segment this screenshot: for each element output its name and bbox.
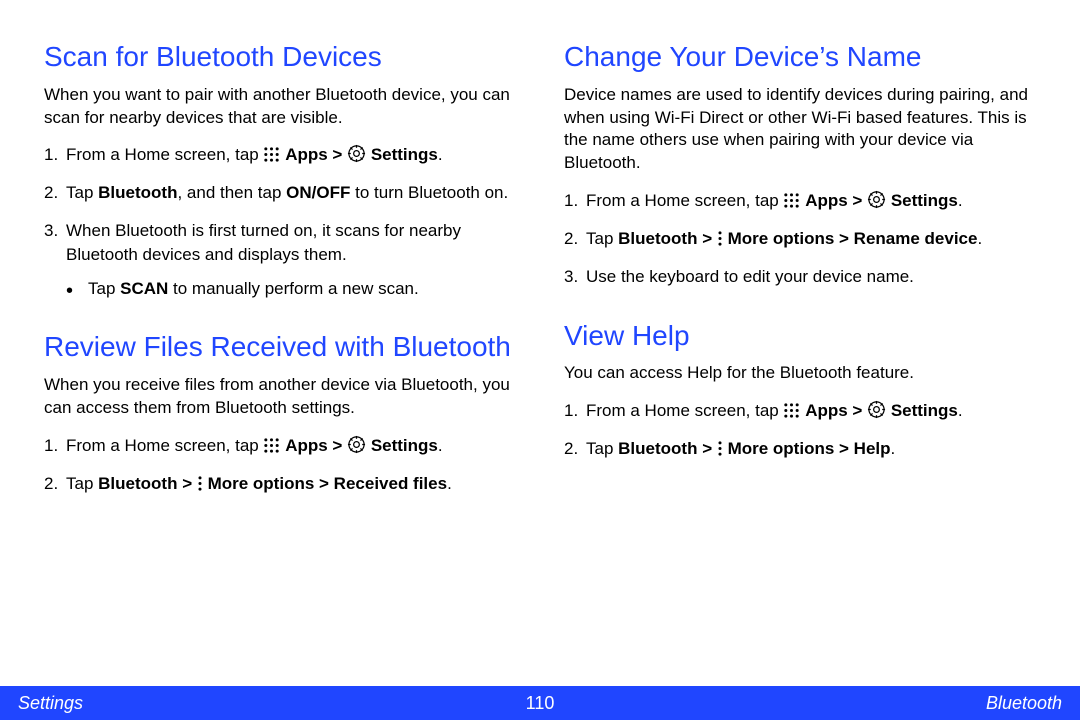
step-item: From a Home screen, tap Apps > Settings.	[586, 189, 1036, 213]
more-icon	[197, 475, 203, 492]
text: Tap	[66, 474, 98, 493]
text: , and then tap	[177, 183, 286, 202]
text: .	[977, 229, 982, 248]
text: .	[438, 436, 443, 455]
manual-page: Scan for Bluetooth Devices When you want…	[0, 0, 1080, 720]
settings-label: Settings	[371, 436, 438, 455]
bold: More options	[208, 474, 315, 493]
step-item: From a Home screen, tap Apps > Settings.	[66, 434, 516, 458]
text: When Bluetooth is first turned on, it sc…	[66, 221, 461, 264]
content-columns: Scan for Bluetooth Devices When you want…	[0, 0, 1080, 526]
gt: >	[834, 229, 853, 248]
apps-icon	[783, 192, 800, 209]
section-rename: Change Your Device’s Name Device names a…	[564, 40, 1036, 289]
text: From a Home screen, tap	[586, 191, 783, 210]
intro-review: When you receive files from another devi…	[44, 374, 516, 420]
gear-icon	[867, 190, 886, 209]
heading-help: View Help	[564, 319, 1036, 353]
sub-bullets: Tap SCAN to manually perform a new scan.	[66, 277, 516, 301]
section-help: View Help You can access Help for the Bl…	[564, 319, 1036, 461]
section-scan: Scan for Bluetooth Devices When you want…	[44, 40, 516, 300]
gt: >	[697, 229, 716, 248]
bold: Received files	[334, 474, 447, 493]
step-item: When Bluetooth is first turned on, it sc…	[66, 219, 516, 300]
step-item: Tap Bluetooth > More options > Help.	[586, 437, 1036, 461]
heading-scan: Scan for Bluetooth Devices	[44, 40, 516, 74]
step-item: From a Home screen, tap Apps > Settings.	[66, 143, 516, 167]
step-item: Use the keyboard to edit your device nam…	[586, 265, 1036, 289]
gt: >	[177, 474, 196, 493]
gt: >	[834, 439, 853, 458]
step-item: Tap Bluetooth, and then tap ON/OFF to tu…	[66, 181, 516, 205]
bold: Bluetooth	[618, 229, 697, 248]
steps-rename: From a Home screen, tap Apps > Settings.…	[564, 189, 1036, 288]
bold: ON/OFF	[286, 183, 350, 202]
gear-icon	[867, 400, 886, 419]
apps-icon	[263, 146, 280, 163]
apps-icon	[263, 437, 280, 454]
apps-label: Apps	[285, 145, 328, 164]
text: .	[958, 191, 963, 210]
gt: >	[314, 474, 333, 493]
bold: More options	[728, 229, 835, 248]
steps-review: From a Home screen, tap Apps > Settings.…	[44, 434, 516, 496]
text: .	[891, 439, 896, 458]
bold: Bluetooth	[98, 183, 177, 202]
bold: Bluetooth	[618, 439, 697, 458]
heading-rename: Change Your Device’s Name	[564, 40, 1036, 74]
text: Tap	[586, 439, 618, 458]
step-item: From a Home screen, tap Apps > Settings.	[586, 399, 1036, 423]
gt: >	[328, 145, 347, 164]
step-item: Tap Bluetooth > More options > Rename de…	[586, 227, 1036, 251]
text: .	[958, 401, 963, 420]
text: to manually perform a new scan.	[168, 279, 418, 298]
intro-scan: When you want to pair with another Bluet…	[44, 84, 516, 130]
left-column: Scan for Bluetooth Devices When you want…	[44, 40, 516, 526]
text: Tap	[586, 229, 618, 248]
heading-review: Review Files Received with Bluetooth	[44, 330, 516, 364]
text: From a Home screen, tap	[66, 436, 263, 455]
gt: >	[328, 436, 347, 455]
steps-scan: From a Home screen, tap Apps > Settings.…	[44, 143, 516, 300]
gt: >	[848, 401, 867, 420]
page-footer: Settings 110 Bluetooth	[0, 686, 1080, 720]
bold: Help	[854, 439, 891, 458]
text: .	[438, 145, 443, 164]
text: to turn Bluetooth on.	[350, 183, 508, 202]
bold: SCAN	[120, 279, 168, 298]
bullet-item: Tap SCAN to manually perform a new scan.	[88, 277, 516, 301]
apps-label: Apps	[805, 401, 848, 420]
step-item: Tap Bluetooth > More options > Received …	[66, 472, 516, 496]
more-icon	[717, 230, 723, 247]
gear-icon	[347, 435, 366, 454]
text: From a Home screen, tap	[66, 145, 263, 164]
right-column: Change Your Device’s Name Device names a…	[564, 40, 1036, 526]
bold: Bluetooth	[98, 474, 177, 493]
footer-right: Bluetooth	[986, 693, 1062, 714]
gt: >	[697, 439, 716, 458]
intro-help: You can access Help for the Bluetooth fe…	[564, 362, 1036, 385]
steps-help: From a Home screen, tap Apps > Settings.…	[564, 399, 1036, 461]
bold: More options	[728, 439, 835, 458]
bold: Rename device	[854, 229, 978, 248]
text: Use the keyboard to edit your device nam…	[586, 267, 914, 286]
text: From a Home screen, tap	[586, 401, 783, 420]
settings-label: Settings	[371, 145, 438, 164]
apps-icon	[783, 402, 800, 419]
text: .	[447, 474, 452, 493]
footer-page-number: 110	[526, 693, 555, 714]
text: Tap	[66, 183, 98, 202]
apps-label: Apps	[805, 191, 848, 210]
apps-label: Apps	[285, 436, 328, 455]
intro-rename: Device names are used to identify device…	[564, 84, 1036, 176]
gt: >	[848, 191, 867, 210]
footer-left: Settings	[18, 693, 83, 714]
settings-label: Settings	[891, 191, 958, 210]
more-icon	[717, 440, 723, 457]
section-review: Review Files Received with Bluetooth Whe…	[44, 330, 516, 495]
text: Tap	[88, 279, 120, 298]
settings-label: Settings	[891, 401, 958, 420]
gear-icon	[347, 144, 366, 163]
